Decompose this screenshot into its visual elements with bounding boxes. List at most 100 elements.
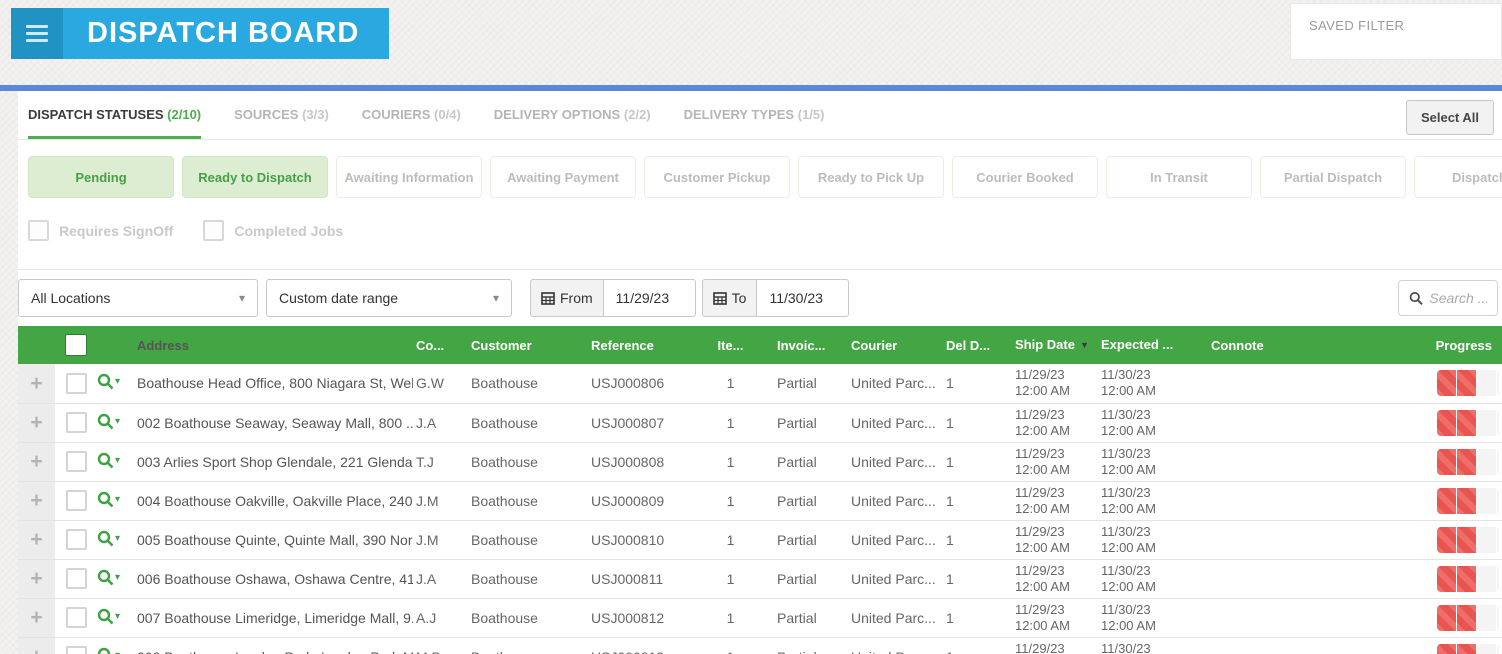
status-filter-pending[interactable]: Pending — [28, 156, 174, 198]
chevron-down-icon: ▾ — [492, 291, 499, 305]
status-filter-awaiting-payment[interactable]: Awaiting Payment — [490, 156, 636, 198]
items-cell: 1 — [726, 531, 735, 548]
tab-delivery-options[interactable]: DELIVERY OPTIONS (2/2) — [494, 107, 651, 139]
row-preview-button[interactable]: ▾ — [97, 530, 120, 547]
col-header-progress[interactable]: Progress — [1433, 326, 1502, 364]
row-select-checkbox[interactable] — [65, 607, 87, 628]
address-cell: 006 Boathouse Oshawa, Oshawa Centre, 41.… — [137, 570, 413, 587]
ship-date-cell: 11/29/23 12:00 AM — [1015, 484, 1070, 516]
expand-row-icon[interactable]: + — [30, 645, 42, 654]
tab-dispatch-statuses[interactable]: DISPATCH STATUSES (2/10) — [28, 107, 202, 139]
status-filter-ready-to-pick-up[interactable]: Ready to Pick Up — [798, 156, 944, 198]
col-header-invoice[interactable]: Invoic... — [753, 326, 838, 364]
row-select-checkbox[interactable] — [65, 646, 87, 654]
col-header-reference[interactable]: Reference — [583, 326, 708, 364]
col-header-connote[interactable]: Connote — [1203, 326, 1433, 364]
progress-bar — [1437, 448, 1499, 475]
table-row[interactable]: + ▾ 002 Boathouse Seaway, Seaway Mall, 8… — [18, 403, 1502, 442]
requires-signoff-checkbox[interactable]: Requires SignOff — [28, 220, 173, 241]
expected-date-cell: 11/30/23 12:00 AM — [1101, 445, 1156, 477]
ship-date-cell: 11/29/23 12:00 AM — [1015, 445, 1070, 477]
del-days-cell: 1 — [946, 414, 954, 431]
row-select-checkbox[interactable] — [65, 529, 87, 550]
to-date-input[interactable]: 11/30/23 — [757, 279, 850, 317]
items-cell: 1 — [708, 637, 753, 654]
status-filter-courier-booked[interactable]: Courier Booked — [952, 156, 1098, 198]
search-input[interactable]: Search ... — [1398, 280, 1498, 316]
status-filter-in-transit[interactable]: In Transit — [1106, 156, 1252, 198]
table-row[interactable]: + ▾ 007 Boathouse Limeridge, Limeridge M… — [18, 598, 1502, 637]
select-all-rows-checkbox[interactable] — [65, 334, 87, 356]
table-row[interactable]: + ▾ 006 Boathouse Oshawa, Oshawa Centre,… — [18, 559, 1502, 598]
customer-cell: Boathouse — [471, 609, 538, 626]
row-preview-button[interactable]: ▾ — [97, 491, 120, 508]
tab-sources[interactable]: SOURCES (3/3) — [234, 107, 329, 139]
saved-filter-input[interactable]: SAVED FILTER — [1290, 3, 1502, 60]
row-preview-button[interactable]: ▾ — [97, 647, 120, 654]
items-cell: 1 — [726, 492, 735, 509]
row-preview-button[interactable]: ▾ — [97, 608, 120, 625]
magnifier-icon — [97, 452, 114, 468]
expand-row-icon[interactable]: + — [30, 567, 42, 590]
address-cell: 003 Arlies Sport Shop Glendale, 221 Glen… — [137, 453, 413, 470]
row-select-checkbox[interactable] — [65, 568, 87, 589]
status-filter-dispatched[interactable]: Dispatched — [1414, 156, 1502, 198]
location-select[interactable]: All Locations ▾ — [18, 279, 258, 317]
table-row[interactable]: + ▾ Boathouse Head Office, 800 Niagara S… — [18, 364, 1502, 403]
hamburger-menu-button[interactable] — [11, 8, 63, 59]
table-row[interactable]: + ▾ 008 Boathouse Lynden Park, Lynden Pa… — [18, 637, 1502, 654]
row-preview-button[interactable]: ▾ — [97, 452, 120, 469]
to-date-button[interactable]: To — [701, 279, 758, 317]
completed-jobs-checkbox[interactable]: Completed Jobs — [203, 220, 343, 241]
table-row[interactable]: + ▾ 004 Boathouse Oakville, Oakville Pla… — [18, 481, 1502, 520]
expand-row-icon[interactable]: + — [30, 489, 42, 512]
expected-date-cell: 11/30/23 12:00 AM — [1101, 484, 1156, 516]
row-preview-button[interactable]: ▾ — [97, 413, 120, 430]
col-header-customer[interactable]: Customer — [468, 326, 583, 364]
date-range-select[interactable]: Custom date range ▾ — [266, 279, 512, 317]
customer-cell: Boathouse — [471, 453, 538, 470]
del-days-cell: 1 — [946, 570, 954, 587]
col-header-co[interactable]: Co... — [413, 326, 468, 364]
status-filter-partial-dispatch[interactable]: Partial Dispatch — [1260, 156, 1406, 198]
col-header-del[interactable]: Del D... — [943, 326, 1008, 364]
tab-couriers[interactable]: COURIERS (0/4) — [362, 107, 461, 139]
expand-row-icon[interactable]: + — [30, 372, 42, 395]
col-header-expected[interactable]: Expected ... — [1093, 326, 1203, 364]
expand-row-icon[interactable]: + — [30, 606, 42, 629]
tab-delivery-types[interactable]: DELIVERY TYPES (1/5) — [684, 107, 825, 139]
row-preview-button[interactable]: ▾ — [97, 373, 120, 390]
row-preview-button[interactable]: ▾ — [97, 569, 120, 586]
table-row[interactable]: + ▾ 003 Arlies Sport Shop Glendale, 221 … — [18, 442, 1502, 481]
expand-row-icon[interactable]: + — [30, 450, 42, 473]
status-filter-awaiting-information[interactable]: Awaiting Information — [336, 156, 482, 198]
row-select-checkbox[interactable] — [65, 490, 87, 511]
main-panel: DISPATCH STATUSES (2/10) SOURCES (3/3) C… — [18, 91, 1502, 654]
col-header-address[interactable]: Address — [137, 326, 413, 364]
status-filter-customer-pickup[interactable]: Customer Pickup — [644, 156, 790, 198]
col-header-ship-date[interactable]: Ship Date ▼ — [1008, 326, 1093, 364]
col-header-items[interactable]: Ite... — [708, 326, 753, 364]
chevron-down-icon: ▾ — [115, 610, 121, 622]
col-header-expand — [18, 326, 55, 364]
filter-bar: All Locations ▾ Custom date range ▾ From… — [18, 269, 1502, 326]
row-select-checkbox[interactable] — [65, 412, 87, 433]
invoice-cell: Partial — [777, 375, 817, 392]
from-date-input[interactable]: 11/29/23 — [603, 279, 696, 317]
status-filter-ready-to-dispatch[interactable]: Ready to Dispatch — [182, 156, 328, 198]
from-date-button[interactable]: From — [530, 279, 604, 317]
customer-cell: Boathouse — [471, 570, 538, 587]
dispatch-table: Address Co... Customer Reference Ite... … — [18, 326, 1502, 654]
connote-cell — [1203, 403, 1433, 442]
sort-desc-icon: ▼ — [1079, 340, 1089, 350]
expand-row-icon[interactable]: + — [30, 528, 42, 551]
row-select-checkbox[interactable] — [65, 451, 87, 472]
status-filter-row: Pending Ready to Dispatch Awaiting Informa… — [18, 140, 1502, 214]
select-all-button[interactable]: Select All — [1405, 100, 1494, 135]
expand-row-icon[interactable]: + — [30, 411, 42, 434]
table-row[interactable]: + ▾ 005 Boathouse Quinte, Quinte Mall, 3… — [18, 520, 1502, 559]
progress-cell — [1433, 403, 1502, 442]
col-header-courier[interactable]: Courier — [838, 326, 943, 364]
co-cell: J.A — [416, 414, 437, 431]
row-select-checkbox[interactable] — [65, 372, 87, 394]
